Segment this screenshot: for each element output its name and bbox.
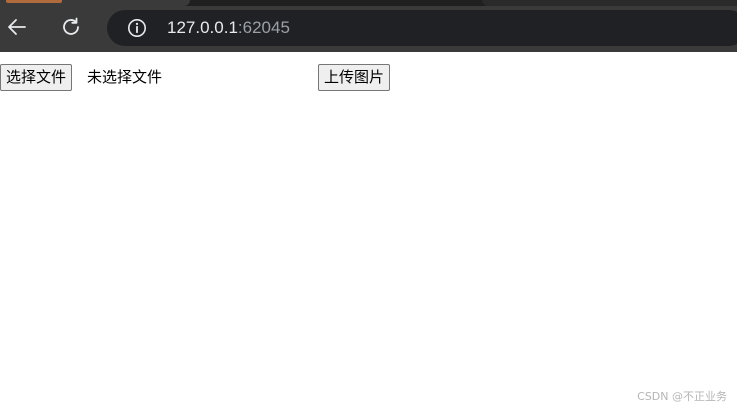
choose-file-button[interactable]: 选择文件: [0, 64, 73, 91]
file-status-text: 未选择文件: [87, 68, 163, 86]
active-tab[interactable]: [0, 0, 190, 6]
tab-strip: [0, 0, 737, 6]
url-host: 127.0.0.1: [167, 18, 238, 37]
back-button[interactable]: [2, 12, 32, 42]
info-icon: [128, 19, 146, 37]
address-bar[interactable]: 127.0.0.1:62045: [107, 10, 737, 46]
reload-icon: [63, 17, 79, 35]
arrow-left-icon: [8, 19, 26, 35]
url-text[interactable]: 127.0.0.1:62045: [167, 18, 290, 38]
watermark-text: CSDN @不正业务: [637, 390, 727, 403]
upload-image-button[interactable]: 上传图片: [318, 64, 391, 91]
url-port: :62045: [237, 18, 290, 37]
page-content: 选择文件 未选择文件 上传图片 CSDN @不正业务: [0, 52, 737, 410]
inactive-tab[interactable]: [482, 0, 737, 6]
browser-toolbar: 127.0.0.1:62045: [0, 0, 737, 52]
tab-favicon-icon: [6, 0, 62, 3]
reload-button[interactable]: [56, 12, 86, 42]
site-info-button[interactable]: [127, 18, 147, 38]
